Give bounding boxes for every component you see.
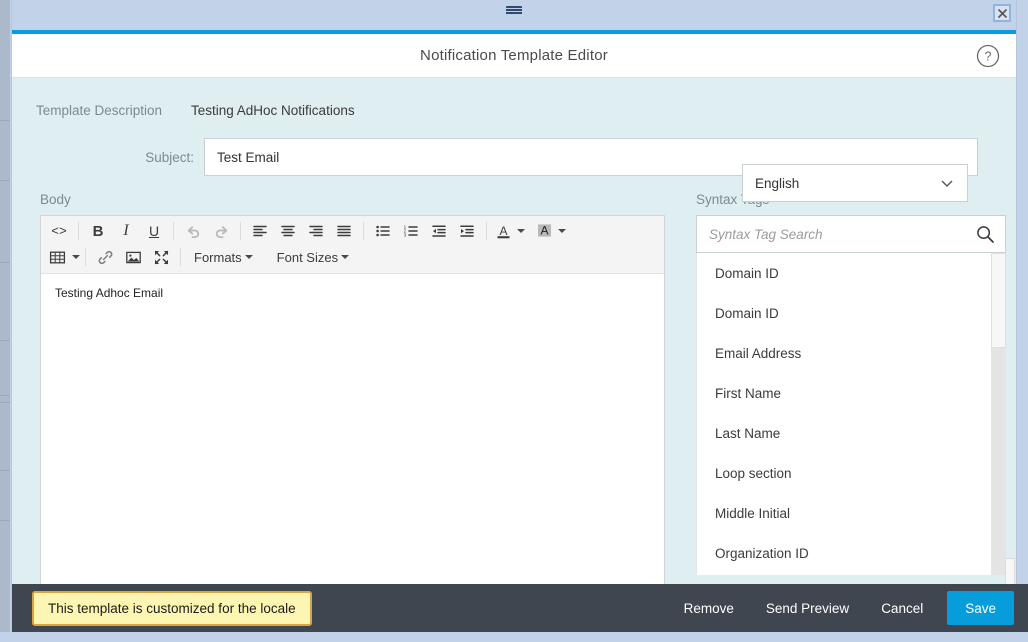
- chevron-down-icon: [939, 175, 955, 191]
- language-select-value: English: [755, 175, 800, 191]
- fullscreen-icon[interactable]: [147, 245, 175, 269]
- rich-text-editor: <> B I U 1 2 3 A A Formats Font Sizes Te…: [40, 215, 665, 586]
- underline-icon[interactable]: U: [140, 219, 168, 243]
- syntax-tag-list: Domain ID Domain ID Email Address First Nam…: [696, 253, 1006, 575]
- send-preview-button[interactable]: Send Preview: [750, 584, 865, 632]
- syntax-tag-item[interactable]: Email Address: [697, 333, 1006, 373]
- svg-text:3: 3: [404, 233, 407, 238]
- formats-menu[interactable]: Formats: [186, 245, 261, 269]
- chevron-down-icon[interactable]: [72, 255, 80, 259]
- font-sizes-menu[interactable]: Font Sizes: [269, 245, 357, 269]
- window-drag-handle-icon[interactable]: [506, 6, 522, 15]
- italic-icon[interactable]: I: [112, 219, 140, 243]
- link-icon[interactable]: [91, 245, 119, 269]
- syntax-tag-item[interactable]: Domain ID: [697, 293, 1006, 333]
- syntax-tag-search-input[interactable]: [697, 216, 1005, 252]
- font-sizes-menu-label: Font Sizes: [276, 249, 339, 265]
- subject-label: Subject:: [145, 149, 194, 165]
- dialog-header: Notification Template Editor ?: [12, 34, 1016, 78]
- syntax-tag-item[interactable]: Last Name: [697, 413, 1006, 453]
- footer-actions: Remove Send Preview Cancel Save: [668, 584, 1028, 632]
- align-center-icon[interactable]: [274, 219, 302, 243]
- close-icon: [997, 8, 1007, 18]
- align-justify-icon[interactable]: [330, 219, 358, 243]
- background-color-icon[interactable]: A: [533, 219, 555, 243]
- search-icon[interactable]: [975, 224, 995, 244]
- template-description-value: Testing AdHoc Notifications: [191, 102, 355, 118]
- chevron-down-icon[interactable]: [558, 229, 566, 233]
- bold-icon[interactable]: B: [84, 219, 112, 243]
- dialog-titlebar[interactable]: [12, 0, 1016, 30]
- source-code-icon[interactable]: <>: [45, 219, 73, 243]
- background-color-button[interactable]: A: [533, 219, 566, 243]
- align-left-icon[interactable]: [246, 219, 274, 243]
- undo-icon[interactable]: [179, 219, 207, 243]
- page-scrollbar-track[interactable]: [1004, 108, 1016, 632]
- dialog-footer: This template is customized for the loca…: [12, 584, 1028, 632]
- svg-text:A: A: [499, 223, 507, 237]
- body-column: Body <> B I U 1 2 3 A A Formats Font Siz…: [40, 192, 680, 586]
- syntax-tags-column: Syntax Tags Domain IDDomain IDEmail Addr…: [696, 192, 1006, 586]
- close-button[interactable]: [993, 4, 1011, 22]
- align-right-icon[interactable]: [302, 219, 330, 243]
- page-title: Notification Template Editor: [420, 47, 608, 64]
- toolbar-separator: [85, 248, 86, 266]
- syntax-tag-list-items: Domain ID Domain ID Email Address First Nam…: [697, 253, 1006, 573]
- indent-icon[interactable]: [453, 219, 481, 243]
- syntax-tag-item[interactable]: Middle Initial: [697, 493, 1006, 533]
- help-icon[interactable]: ?: [976, 44, 1000, 68]
- svg-text:?: ?: [985, 49, 992, 63]
- table-icon[interactable]: [45, 245, 69, 269]
- outdent-icon[interactable]: [425, 219, 453, 243]
- body-label: Body: [40, 192, 71, 207]
- syntax-tag-item[interactable]: Loop section: [697, 453, 1006, 493]
- editor-toolbar-row-1: <> B I U 1 2 3 A A: [45, 218, 660, 244]
- template-description-label: Template Description: [36, 102, 163, 118]
- locale-toast-message: This template is customized for the loca…: [32, 590, 312, 626]
- editor-toolbar: <> B I U 1 2 3 A A Formats Font Sizes: [41, 216, 664, 274]
- bullet-list-icon[interactable]: [369, 219, 397, 243]
- remove-button[interactable]: Remove: [668, 584, 750, 632]
- background-left-strip: [0, 0, 10, 642]
- image-icon[interactable]: [119, 245, 147, 269]
- toolbar-separator: [180, 248, 181, 266]
- window-bottom-strip: [0, 632, 1028, 642]
- editor-columns: Body <> B I U 1 2 3 A A Formats Font Siz…: [12, 176, 1016, 586]
- save-button[interactable]: Save: [947, 591, 1014, 625]
- language-select[interactable]: English: [742, 164, 968, 202]
- toolbar-separator: [240, 222, 241, 240]
- syntax-tag-item[interactable]: Domain ID: [697, 253, 1006, 293]
- template-description-row: Template Description Testing AdHoc Notif…: [12, 78, 1016, 126]
- dialog-body: Template Description Testing AdHoc Notif…: [12, 78, 1016, 632]
- chevron-down-icon: [341, 255, 350, 259]
- syntax-tag-search: [696, 215, 1006, 253]
- editor-content-area[interactable]: Testing Adhoc Email: [41, 274, 664, 585]
- toolbar-separator: [486, 222, 487, 240]
- toolbar-separator: [173, 222, 174, 240]
- formats-menu-label: Formats: [194, 249, 242, 265]
- chevron-down-icon[interactable]: [517, 229, 525, 233]
- cancel-button[interactable]: Cancel: [865, 584, 939, 632]
- toolbar-separator: [363, 222, 364, 240]
- text-color-icon[interactable]: A: [492, 219, 514, 243]
- redo-icon[interactable]: [207, 219, 235, 243]
- notification-template-editor-dialog: Notification Template Editor ? Template …: [12, 0, 1016, 632]
- numbered-list-icon[interactable]: 123: [397, 219, 425, 243]
- editor-toolbar-row-2: Formats Font Sizes: [45, 244, 660, 270]
- toolbar-separator: [78, 222, 79, 240]
- svg-text:A: A: [540, 223, 548, 237]
- syntax-tag-item[interactable]: Organization ID: [697, 533, 1006, 573]
- table-button[interactable]: [45, 245, 80, 269]
- syntax-tag-item[interactable]: First Name: [697, 373, 1006, 413]
- chevron-down-icon: [244, 255, 253, 259]
- text-color-button[interactable]: A: [492, 219, 525, 243]
